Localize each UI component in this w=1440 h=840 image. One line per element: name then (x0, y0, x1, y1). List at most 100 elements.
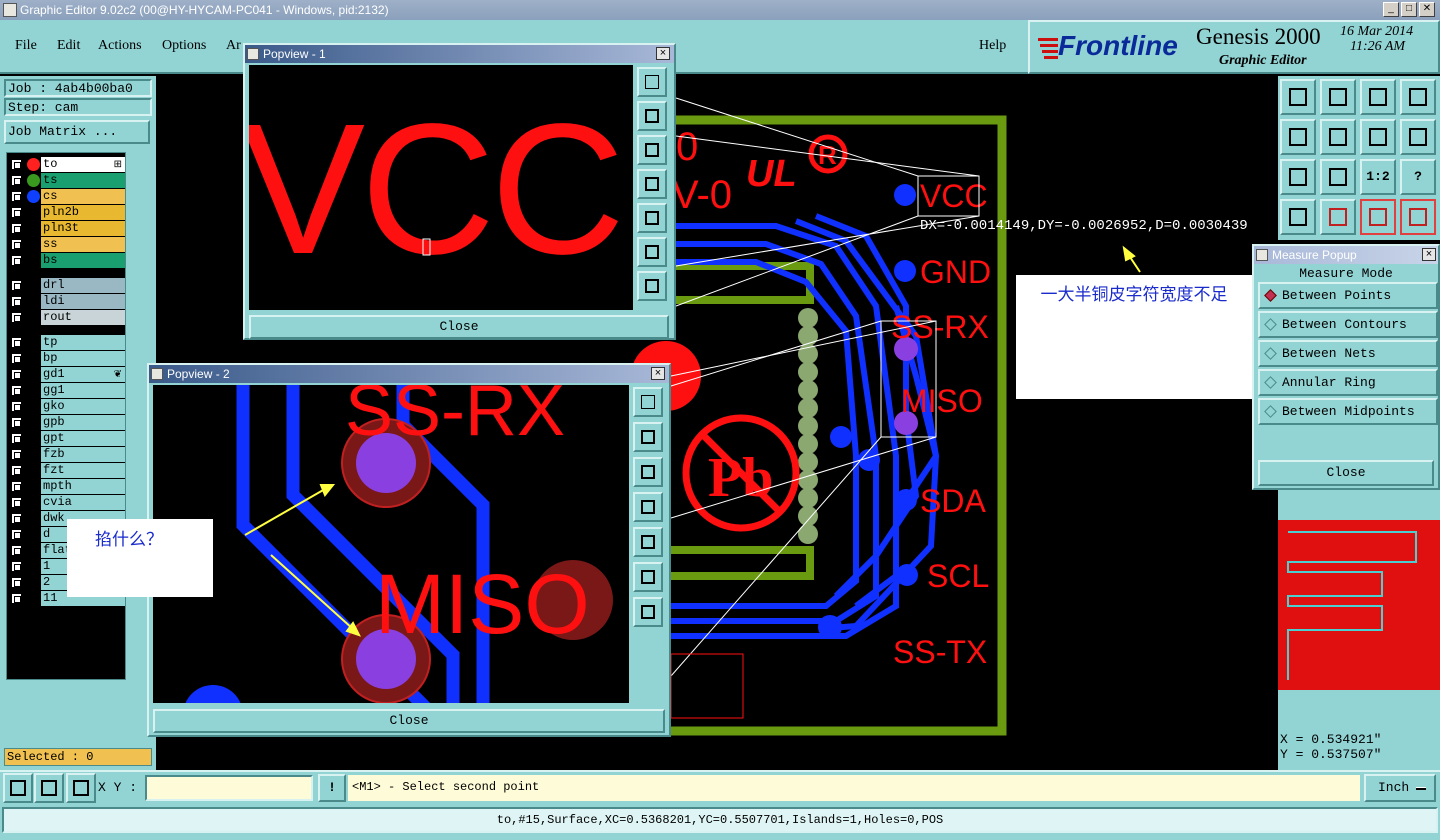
layer-checkbox[interactable] (11, 369, 22, 380)
layer-checkbox[interactable] (11, 353, 22, 364)
layer-checkbox[interactable] (11, 385, 22, 396)
home-icon[interactable] (1360, 79, 1396, 115)
layer-row[interactable]: rout (7, 310, 125, 325)
minimize-button[interactable]: _ (1383, 2, 1399, 17)
layer-row[interactable]: tp (7, 335, 125, 350)
layer-row[interactable]: gg1 (7, 383, 125, 398)
menu-help[interactable]: Help (979, 38, 1006, 54)
popview-right-icon[interactable] (637, 203, 667, 233)
measure-close-icon[interactable]: × (1422, 248, 1436, 261)
overview-map[interactable] (1278, 520, 1440, 690)
layer-checkbox[interactable] (11, 449, 22, 460)
menu-analysis[interactable]: Ar (226, 38, 241, 54)
zoom-fit-icon[interactable] (1280, 159, 1316, 195)
menu-file[interactable]: File (15, 38, 37, 54)
layer-checkbox[interactable] (11, 312, 22, 323)
popview-1-view[interactable]: VCC (249, 65, 633, 310)
layer-checkbox[interactable] (11, 280, 22, 291)
view-up-icon[interactable] (1280, 79, 1316, 115)
layer-checkbox[interactable] (11, 545, 22, 556)
units-select[interactable]: Inch (1364, 774, 1436, 802)
probe-icon[interactable] (1320, 199, 1356, 235)
popview-1-close-icon[interactable]: × (656, 47, 670, 60)
popview-zoom-out-icon[interactable] (633, 562, 663, 592)
popview-left-icon[interactable] (637, 169, 667, 199)
popview-2-close-button[interactable]: Close (153, 709, 665, 733)
layer-checkbox[interactable] (11, 577, 22, 588)
layer-checkbox[interactable] (11, 207, 22, 218)
layer-checkbox[interactable] (11, 191, 22, 202)
window-close-button[interactable]: ✕ (1419, 2, 1435, 17)
layer-row[interactable]: cvia (7, 495, 125, 510)
layer-checkbox[interactable] (11, 433, 22, 444)
layer-checkbox[interactable] (11, 255, 22, 266)
popview-1-titlebar[interactable]: Popview - 1 × (245, 45, 674, 63)
popview-right-icon[interactable] (633, 527, 663, 557)
zoom-center-icon[interactable] (1320, 159, 1356, 195)
view-right-icon[interactable] (1320, 119, 1356, 155)
popview-fit-icon[interactable] (633, 387, 663, 417)
measure-close-button[interactable]: Close (1258, 460, 1434, 486)
layer-row[interactable]: cs (7, 189, 125, 204)
snap-icon[interactable] (1360, 119, 1396, 155)
layer-checkbox[interactable] (11, 296, 22, 307)
maximize-button[interactable]: □ (1401, 2, 1417, 17)
option-between-points[interactable]: Between Points (1258, 282, 1438, 309)
popview-up-icon[interactable] (637, 101, 667, 131)
layer-checkbox[interactable] (11, 401, 22, 412)
option-between-contours[interactable]: Between Contours (1258, 311, 1438, 338)
popview-down-icon[interactable] (633, 457, 663, 487)
measure-arrow-icon[interactable] (34, 773, 64, 803)
popview-left-icon[interactable] (633, 492, 663, 522)
layer-row[interactable]: gd1 ❦ (7, 367, 125, 382)
layer-checkbox[interactable] (11, 337, 22, 348)
layer-row[interactable]: ss (7, 237, 125, 252)
popview-zoom-out-icon[interactable] (637, 237, 667, 267)
layer-row[interactable]: pln2b (7, 205, 125, 220)
layer-checkbox[interactable] (11, 175, 22, 186)
menu-edit[interactable]: Edit (57, 38, 80, 54)
popview-2-titlebar[interactable]: Popview - 2 × (149, 365, 669, 383)
option-between-nets[interactable]: Between Nets (1258, 340, 1438, 367)
popview-zoom-in-icon[interactable] (633, 597, 663, 627)
alert-button[interactable]: ! (318, 774, 346, 802)
layer-row[interactable]: ts (7, 173, 125, 188)
popview-up-icon[interactable] (633, 422, 663, 452)
help-icon[interactable]: ? (1400, 159, 1436, 195)
layer-checkbox[interactable] (11, 513, 22, 524)
popview-1-close-button[interactable]: Close (249, 315, 669, 339)
layer-checkbox[interactable] (11, 239, 22, 250)
layer-row[interactable]: gpb (7, 415, 125, 430)
menu-options[interactable]: Options (162, 38, 206, 54)
layer-row[interactable]: ldi (7, 294, 125, 309)
popview-zoom-in-icon[interactable] (637, 271, 667, 301)
layer-checkbox[interactable] (11, 417, 22, 428)
layer-row[interactable]: fzt (7, 463, 125, 478)
layer-checkbox[interactable] (11, 529, 22, 540)
xy-input[interactable] (145, 775, 313, 801)
layer-checkbox[interactable] (11, 159, 22, 170)
select-arrow-icon[interactable] (3, 773, 33, 803)
zoom-ratio-button[interactable]: 1:2 (1360, 159, 1396, 195)
layer-row[interactable]: bp (7, 351, 125, 366)
layer-checkbox[interactable] (11, 223, 22, 234)
tools-icon[interactable] (1280, 199, 1316, 235)
window-icon[interactable] (1400, 79, 1436, 115)
menu-actions[interactable]: Actions (98, 38, 142, 54)
layer-checkbox[interactable] (11, 465, 22, 476)
layer-row[interactable]: pln3t (7, 221, 125, 236)
option-between-midpoints[interactable]: Between Midpoints (1258, 398, 1438, 425)
measure-titlebar[interactable]: Measure Popup × (1254, 246, 1438, 264)
popview-2-close-icon[interactable]: × (651, 367, 665, 380)
popview-fit-icon[interactable] (637, 67, 667, 97)
layer-row[interactable]: to ⊞ (7, 157, 125, 172)
layer-row[interactable]: fzb (7, 447, 125, 462)
flip-icon[interactable] (1400, 119, 1436, 155)
layer-checkbox[interactable] (11, 561, 22, 572)
layer-row[interactable]: drl (7, 278, 125, 293)
measure-icon[interactable] (1400, 199, 1436, 235)
net-icon[interactable] (1360, 199, 1396, 235)
popview-2-view[interactable]: SS-RX MISO (153, 385, 629, 703)
view-down-icon[interactable] (1320, 79, 1356, 115)
layer-checkbox[interactable] (11, 481, 22, 492)
